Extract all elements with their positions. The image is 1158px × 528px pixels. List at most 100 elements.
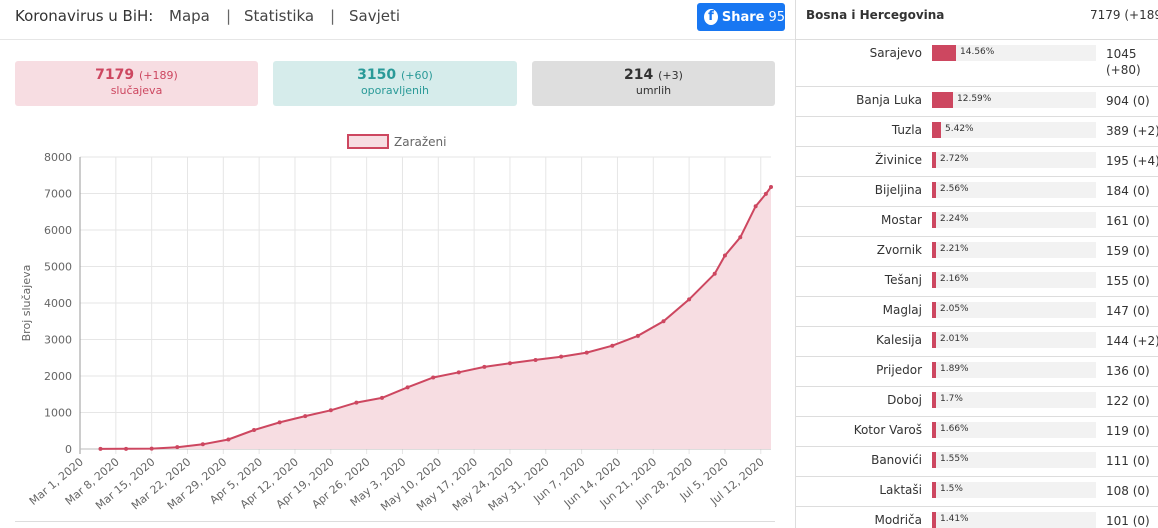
municipality-name: Tuzla <box>891 123 922 137</box>
share-bar <box>932 362 936 378</box>
share-bar <box>932 482 936 498</box>
cases-card: 7179 (+189) slučajeva <box>15 61 258 106</box>
share-bar <box>932 152 936 168</box>
municipality-name: Modriča <box>874 513 922 527</box>
case-count: 159 (0) <box>1106 244 1150 258</box>
municipality-row[interactable]: Mostar 2.24% 161 (0) <box>796 207 1158 237</box>
data-point <box>175 445 180 450</box>
case-count: 101 (0) <box>1106 514 1150 528</box>
share-bar-track: 2.24% <box>932 212 1096 228</box>
share-bar-track: 1.7% <box>932 392 1096 408</box>
municipality-row[interactable]: Kotor Varoš 1.66% 119 (0) <box>796 417 1158 447</box>
nav-map[interactable]: Mapa <box>169 7 210 25</box>
data-point <box>482 364 487 369</box>
share-percent: 1.5% <box>940 484 963 494</box>
municipality-row[interactable]: Sarajevo 14.56% 1045 (+80) <box>796 40 1158 87</box>
share-bar <box>932 392 936 408</box>
municipality-row[interactable]: Tuzla 5.42% 389 (+2) <box>796 117 1158 147</box>
cases-delta: (+189) <box>139 69 178 82</box>
municipality-row[interactable]: Tešanj 2.16% 155 (0) <box>796 267 1158 297</box>
nav-separator: | <box>330 7 336 25</box>
case-count: 122 (0) <box>1106 394 1150 408</box>
share-percent: 5.42% <box>945 124 974 134</box>
municipality-row[interactable]: Banovići 1.55% 111 (0) <box>796 447 1158 477</box>
municipality-row[interactable]: Živinice 2.72% 195 (+4) <box>796 147 1158 177</box>
nav-statistics[interactable]: Statistika <box>244 7 314 25</box>
nav-advice[interactable]: Savjeti <box>349 7 400 25</box>
share-bar-track: 2.21% <box>932 242 1096 258</box>
cases-area <box>100 187 771 449</box>
case-count: 184 (0) <box>1106 184 1150 198</box>
municipality-row[interactable]: Zvornik 2.21% 159 (0) <box>796 237 1158 267</box>
share-bar-track: 2.01% <box>932 332 1096 348</box>
y-tick-label: 5000 <box>44 261 72 274</box>
recovered-delta: (+60) <box>401 69 433 82</box>
municipality-row[interactable]: Modriča 1.41% 101 (0) <box>796 507 1158 528</box>
share-percent: 1.41% <box>940 514 969 524</box>
recovered-card: 3150 (+60) oporavljenih <box>273 61 517 106</box>
case-count: 144 (+2) <box>1106 334 1158 348</box>
share-percent: 2.16% <box>940 274 969 284</box>
municipality-row[interactable]: Laktaši 1.5% 108 (0) <box>796 477 1158 507</box>
share-bar <box>932 212 936 228</box>
data-point <box>379 395 384 400</box>
data-point <box>200 442 205 447</box>
share-bar <box>932 45 956 61</box>
y-tick-label: 4000 <box>44 297 72 310</box>
municipality-name: Maglaj <box>882 303 922 317</box>
share-percent: 2.05% <box>940 304 969 314</box>
data-point <box>738 235 743 240</box>
recovered-label: oporavljenih <box>360 84 430 97</box>
site-title: Koronavirus u BiH: <box>15 7 154 25</box>
share-percent: 2.56% <box>940 184 969 194</box>
share-percent: 2.72% <box>940 154 969 164</box>
nav-separator: | <box>226 7 232 25</box>
data-point <box>533 357 538 362</box>
panel-header: Bosna i Hercegovina 7179 (+189) <box>796 0 1158 40</box>
municipality-name: Banovići <box>871 453 922 467</box>
share-bar <box>932 302 936 318</box>
data-point <box>763 191 768 196</box>
municipality-name: Prijedor <box>876 363 922 377</box>
data-point <box>769 184 773 189</box>
municipality-row[interactable]: Doboj 1.7% 122 (0) <box>796 387 1158 417</box>
deaths-label: umrlih <box>635 84 672 97</box>
share-percent: 12.59% <box>957 94 992 104</box>
y-tick-label: 8000 <box>44 151 72 164</box>
municipality-name: Zvornik <box>876 243 922 257</box>
legend-label: Zaraženi <box>394 135 446 149</box>
y-tick-label: 0 <box>65 443 72 456</box>
case-count: 904 (0) <box>1106 94 1150 108</box>
share-bar-track: 1.5% <box>932 482 1096 498</box>
data-point <box>303 414 308 419</box>
y-axis-label: Broj slučajeva <box>20 265 33 342</box>
share-bar <box>932 452 936 468</box>
municipality-row[interactable]: Kalesija 2.01% 144 (+2) <box>796 327 1158 357</box>
case-count: 389 (+2) <box>1106 124 1158 138</box>
data-point <box>124 446 129 451</box>
y-tick-label: 1000 <box>44 407 72 420</box>
y-tick-label: 6000 <box>44 224 72 237</box>
municipality-panel: Bosna i Hercegovina 7179 (+189) Sarajevo… <box>795 0 1158 528</box>
share-percent: 1.7% <box>940 394 963 404</box>
share-bar-track: 2.16% <box>932 272 1096 288</box>
data-point <box>507 361 512 366</box>
municipality-name: Sarajevo <box>869 46 922 60</box>
share-percent: 2.24% <box>940 214 969 224</box>
municipality-row[interactable]: Prijedor 1.89% 136 (0) <box>796 357 1158 387</box>
share-count: 95 <box>768 9 785 25</box>
facebook-share-button[interactable]: f Share 95 <box>697 3 785 31</box>
cases-label: slučajeva <box>110 84 163 97</box>
municipality-row[interactable]: Banja Luka 12.59% 904 (0) <box>796 87 1158 117</box>
case-count: 136 (0) <box>1106 364 1150 378</box>
deaths-delta: (+3) <box>658 69 683 82</box>
data-point <box>584 350 589 355</box>
data-point <box>712 271 717 276</box>
share-bar-track: 2.56% <box>932 182 1096 198</box>
municipality-row[interactable]: Maglaj 2.05% 147 (0) <box>796 297 1158 327</box>
municipality-row[interactable]: Bijeljina 2.56% 184 (0) <box>796 177 1158 207</box>
municipality-name: Mostar <box>881 213 922 227</box>
municipality-name: Kotor Varoš <box>853 423 922 437</box>
share-bar-track: 14.56% <box>932 45 1096 61</box>
share-bar-track: 1.66% <box>932 422 1096 438</box>
